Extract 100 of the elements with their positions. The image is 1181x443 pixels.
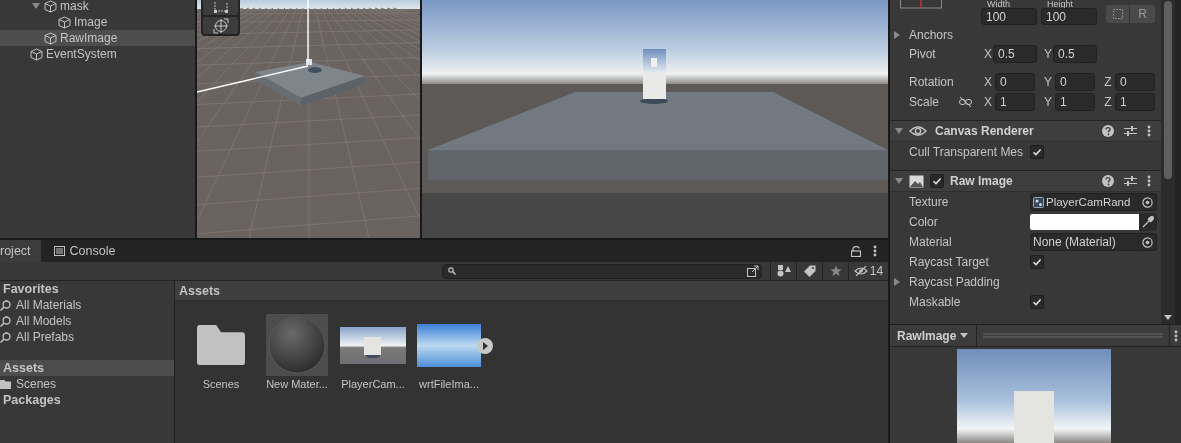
asset-item[interactable]: wrtFileIma... bbox=[413, 313, 493, 390]
type-filter-icon[interactable] bbox=[776, 265, 791, 277]
scrollbar-thumb[interactable] bbox=[1164, 1, 1172, 179]
eye-icon bbox=[909, 125, 927, 137]
asset-label: wrtFileIma... bbox=[418, 378, 480, 390]
breadcrumb[interactable]: Assets bbox=[179, 283, 220, 298]
blueprint-mode-button[interactable] bbox=[1106, 5, 1130, 23]
checkbox[interactable] bbox=[1030, 145, 1044, 159]
object-field[interactable]: PlayerCamRand bbox=[1030, 193, 1157, 211]
search-icon bbox=[0, 315, 11, 327]
unlinked-icon[interactable] bbox=[959, 97, 972, 107]
photo-placeholder bbox=[417, 323, 481, 367]
anchor-preset-icon bbox=[900, 0, 942, 9]
tag-icon[interactable] bbox=[803, 265, 816, 277]
folder-icon bbox=[197, 325, 245, 365]
search-icon bbox=[0, 331, 11, 343]
axis-label: X bbox=[983, 75, 993, 89]
component-title: Raw Image bbox=[950, 174, 1013, 188]
axis-label: X bbox=[983, 95, 993, 109]
search-icon bbox=[0, 299, 11, 311]
transform-tool-icon[interactable] bbox=[212, 17, 229, 34]
preset-icon[interactable] bbox=[1124, 125, 1137, 137]
number-field[interactable]: 1 bbox=[1055, 93, 1095, 111]
rect-tool-icon[interactable] bbox=[212, 0, 229, 13]
caret-icon bbox=[960, 333, 969, 338]
hierarchy-item[interactable]: mask bbox=[0, 0, 195, 14]
more-options-icon[interactable] bbox=[873, 245, 877, 257]
checkmark-icon bbox=[1032, 147, 1042, 157]
object-picker-icon[interactable] bbox=[1142, 196, 1153, 208]
sidebar-item[interactable]: Scenes bbox=[0, 376, 174, 392]
asset-item[interactable]: Scenes bbox=[185, 313, 257, 390]
search-field[interactable] bbox=[442, 263, 762, 279]
star-icon[interactable] bbox=[829, 265, 842, 277]
component-header[interactable]: Canvas Renderer bbox=[890, 120, 1161, 142]
help-icon[interactable] bbox=[1102, 125, 1114, 137]
axis-label: Z bbox=[1103, 95, 1113, 109]
collapse-arrow-icon[interactable] bbox=[895, 127, 903, 135]
hierarchy-item[interactable]: EventSystem bbox=[0, 46, 195, 62]
object-field[interactable]: None (Material) bbox=[1030, 233, 1157, 251]
checkbox[interactable] bbox=[1030, 255, 1044, 269]
folder-icon bbox=[0, 379, 11, 389]
expand-button-icon[interactable] bbox=[477, 338, 493, 354]
number-field[interactable]: 100 bbox=[981, 8, 1037, 25]
sidebar-item[interactable]: All Materials bbox=[0, 297, 174, 313]
console-list-icon bbox=[53, 246, 65, 256]
number-field[interactable]: 0 bbox=[995, 73, 1035, 91]
lock-icon[interactable] bbox=[851, 245, 861, 257]
panel-tab[interactable]: Console bbox=[43, 240, 126, 262]
cube-icon bbox=[58, 15, 71, 29]
component-header[interactable]: Raw Image bbox=[890, 170, 1161, 192]
expand-arrow-icon[interactable] bbox=[893, 31, 901, 39]
sidebar-item[interactable]: Packages bbox=[0, 392, 174, 408]
more-options-icon[interactable] bbox=[1173, 329, 1178, 342]
eye-slash-icon bbox=[853, 266, 868, 276]
number-field[interactable]: 100 bbox=[1041, 8, 1097, 25]
preset-icon[interactable] bbox=[1124, 175, 1137, 187]
object-picker-icon[interactable] bbox=[1142, 236, 1153, 248]
field-label: Color bbox=[909, 215, 938, 229]
search-icon bbox=[448, 267, 456, 275]
hierarchy-item[interactable]: Image bbox=[0, 14, 195, 30]
field-label: Height bbox=[1046, 0, 1074, 8]
number-field[interactable]: 0.5 bbox=[993, 45, 1037, 63]
foldout-label[interactable]: Anchors bbox=[909, 28, 954, 42]
number-field[interactable]: 1 bbox=[995, 93, 1035, 111]
axis-label: X bbox=[983, 47, 993, 61]
sidebar-item[interactable]: All Models bbox=[0, 313, 174, 329]
hidden-packages-button[interactable]: 14 bbox=[848, 262, 888, 280]
sidebar-item[interactable]: Assets bbox=[0, 360, 174, 376]
number-field[interactable]: 0 bbox=[1115, 73, 1155, 91]
color-swatch[interactable] bbox=[1030, 214, 1139, 230]
sidebar-item[interactable]: All Prefabs bbox=[0, 329, 174, 345]
collapse-arrow-icon[interactable] bbox=[895, 177, 903, 185]
material-sphere-drawing bbox=[266, 314, 328, 376]
component-title: Canvas Renderer bbox=[935, 124, 1034, 138]
number-field[interactable]: 0 bbox=[1055, 73, 1095, 91]
checkbox[interactable] bbox=[930, 174, 944, 188]
sidebar-item[interactable]: Favorites bbox=[0, 281, 174, 297]
more-options-icon[interactable] bbox=[1147, 175, 1151, 187]
expand-arrow-icon[interactable] bbox=[893, 278, 901, 286]
field-label: Scale bbox=[909, 95, 940, 109]
more-options-icon[interactable] bbox=[1147, 125, 1151, 137]
eyedropper-icon[interactable] bbox=[1142, 216, 1154, 228]
foldout-label[interactable]: Raycast Padding bbox=[909, 275, 1000, 289]
cube-icon bbox=[44, 0, 57, 13]
collapse-arrow-icon[interactable] bbox=[32, 2, 40, 10]
scroll-down-arrow-icon[interactable] bbox=[1164, 315, 1172, 320]
field-label: Rotation bbox=[909, 75, 954, 89]
checkbox[interactable] bbox=[1030, 295, 1044, 309]
asset-item[interactable]: PlayerCam... bbox=[337, 313, 409, 390]
scrollbar[interactable] bbox=[1161, 0, 1175, 324]
number-field[interactable]: 0.5 bbox=[1053, 45, 1097, 63]
hierarchy-item[interactable]: RawImage bbox=[0, 30, 195, 46]
panel-tab[interactable]: roject bbox=[0, 240, 41, 262]
help-icon[interactable] bbox=[1102, 175, 1114, 187]
field-label: Width bbox=[986, 0, 1011, 8]
asset-label: PlayerCam... bbox=[340, 378, 406, 390]
search-popout-icon[interactable] bbox=[747, 265, 759, 277]
axis-label: Y bbox=[1043, 95, 1053, 109]
asset-item[interactable]: New Mater... bbox=[261, 313, 333, 390]
number-field[interactable]: 1 bbox=[1115, 93, 1155, 111]
